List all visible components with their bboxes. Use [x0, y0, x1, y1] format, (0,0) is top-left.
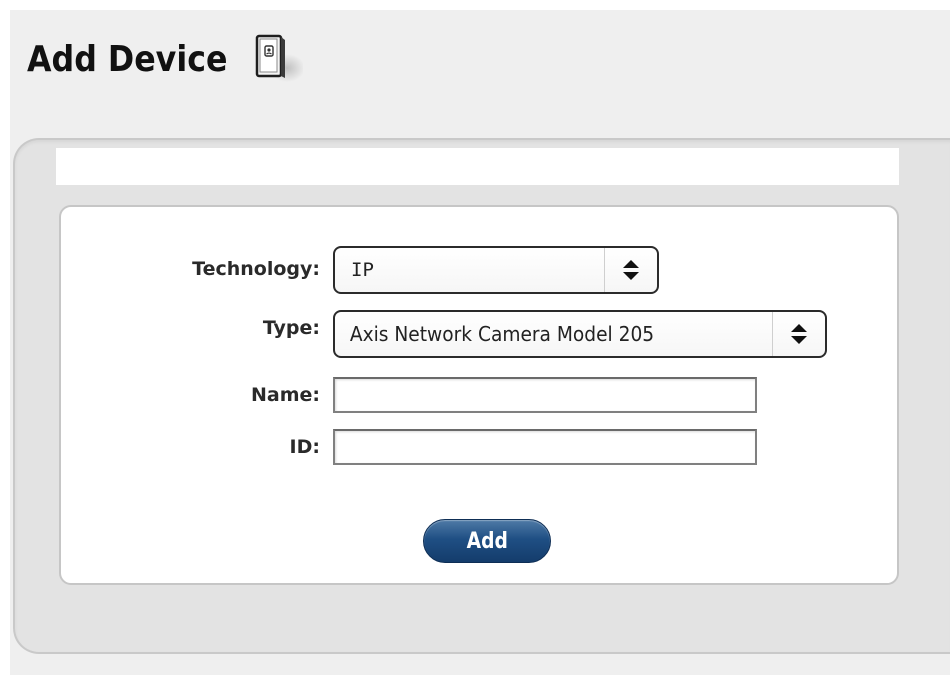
device-icon	[243, 28, 305, 90]
tab-strip	[56, 148, 899, 185]
add-button[interactable]: Add	[423, 519, 551, 563]
select-arrows-icon	[604, 248, 657, 292]
id-label: ID:	[289, 436, 320, 458]
select-arrows-icon	[772, 312, 825, 356]
technology-select-value: IP	[351, 259, 374, 281]
id-input[interactable]	[333, 429, 757, 465]
name-label-wrap: Name:	[80, 384, 320, 412]
type-select-value: Axis Network Camera Model 205	[349, 322, 655, 346]
technology-label: Technology:	[192, 258, 320, 280]
type-label: Type:	[262, 317, 320, 339]
add-button-label: Add	[466, 528, 508, 554]
page-header: Add Device	[27, 28, 305, 90]
technology-select[interactable]: IP	[333, 246, 659, 294]
technology-label-wrap: Technology:	[80, 258, 320, 286]
page-title: Add Device	[27, 38, 228, 80]
name-label: Name:	[250, 384, 320, 406]
id-label-wrap: ID:	[80, 436, 320, 464]
type-label-wrap: Type:	[80, 317, 320, 345]
name-input[interactable]	[333, 377, 757, 413]
type-select[interactable]: Axis Network Camera Model 205	[333, 310, 827, 358]
